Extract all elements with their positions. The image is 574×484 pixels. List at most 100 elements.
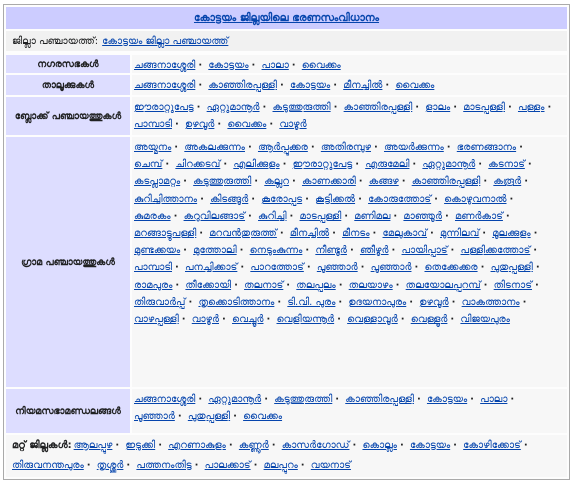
list-item-link[interactable]: കടുത്തുരുത്തി [274, 394, 332, 405]
list-item-link[interactable]: ഉഴവൂർ [185, 119, 214, 130]
list-item-link[interactable]: കോട്ടയം [208, 60, 248, 71]
list-item-link[interactable]: ഉഴവൂർ [419, 297, 448, 308]
list-item-link[interactable]: തെക്കേക്കര [424, 262, 477, 273]
list-item-link[interactable]: മലപ്പുറം [264, 460, 298, 471]
list-item-link[interactable]: പത്തനംതിട്ട [136, 460, 191, 471]
list-item-link[interactable]: ചിറക്കടവ് [175, 159, 220, 170]
list-item-link[interactable]: ഈരാറ്റുപേട്ട [134, 102, 194, 113]
list-item-link[interactable]: മീനടം [342, 228, 369, 239]
list-item-link[interactable]: കല്ലറ [264, 176, 289, 187]
list-item-link[interactable]: കിടങ്ങൂർ [210, 194, 248, 205]
list-item-link[interactable]: വാഴൂർ [279, 119, 306, 130]
list-item-link[interactable]: വെള്ളൂർ [411, 314, 448, 325]
list-item-link[interactable]: തലയോലപ്പറമ്പ് [406, 280, 481, 291]
list-item-link[interactable]: അയർക്കുന്നം [384, 142, 444, 153]
list-item-link[interactable]: വയനാട് [311, 460, 351, 471]
navbox-title-link[interactable]: കോട്ടയം ജില്ലയിലെ ഭരണസംവിധാനം [194, 12, 379, 25]
list-item-link[interactable]: വൈക്കം [302, 60, 341, 71]
list-item-link[interactable]: മീനച്ചിൽ [290, 228, 329, 239]
list-item-link[interactable]: പായിപ്പാട് [402, 245, 448, 256]
list-item-link[interactable]: കാഞ്ഞിരപ്പള്ളി [344, 102, 413, 113]
list-item-link[interactable]: കൊല്ലം [362, 440, 396, 451]
list-item-link[interactable]: നീണ്ടൂർ [315, 245, 347, 256]
list-item-link[interactable]: മാടപ്പള്ളി [463, 102, 505, 113]
list-item-link[interactable]: കാസർഗോഡ് [282, 440, 350, 451]
list-item-link[interactable]: രാമപുരം [134, 280, 172, 291]
list-item-link[interactable]: ഉദയനാപുരം [348, 297, 406, 308]
list-item-link[interactable]: തൃശ്ശൂർ [97, 460, 124, 471]
list-item-link[interactable]: തൃക്കൊടിത്താനം [198, 297, 274, 308]
list-item-link[interactable]: വിജയപുരം [460, 314, 509, 325]
list-item-link[interactable]: മണിമല [354, 211, 390, 222]
list-item-link[interactable]: മുണ്ടക്കയം [134, 245, 180, 256]
list-item-link[interactable]: ആർപ്പൂക്കര [258, 142, 308, 153]
list-item-link[interactable]: മീനച്ചിൽ [343, 80, 382, 91]
list-item-link[interactable]: മറവൻതുരുത്ത് [209, 228, 277, 239]
list-item-link[interactable]: കൂട്ടിക്കൽ [315, 194, 355, 205]
list-item-link[interactable]: കോരുത്തോട് [368, 194, 431, 205]
list-item-link[interactable]: ചങ്ങനാശ്ശേരി [134, 80, 195, 91]
list-item-link[interactable]: പാലാ [262, 60, 289, 71]
list-item-link[interactable]: പൂഞ്ഞാർ [134, 411, 175, 422]
list-item-link[interactable]: തിടനാട് [494, 280, 532, 291]
list-item-link[interactable]: കങ്ങഴ [369, 176, 399, 187]
list-item-link[interactable]: കാണക്കാരി [302, 176, 356, 187]
list-item-link[interactable]: വാഴപ്പള്ളി [134, 314, 179, 325]
list-item-link[interactable]: പൂഞ്ഞാർ [317, 262, 358, 273]
list-item-link[interactable]: അതിരമ്പുഴ [321, 142, 371, 153]
list-item-link[interactable]: പുതുപ്പള്ളി [491, 262, 533, 273]
list-item-link[interactable]: കാഞ്ഞിരപ്പള്ളി [208, 80, 277, 91]
list-item-link[interactable]: കോട്ടയം [290, 80, 330, 91]
list-item-link[interactable]: കണ്ണൂർ [239, 440, 269, 451]
list-item-link[interactable]: മേലുകാവ് [383, 228, 427, 239]
list-item-link[interactable]: മണർകാട് [455, 211, 503, 222]
list-item-link[interactable]: തലനാട് [244, 280, 283, 291]
list-item-link[interactable]: കരൂർ [493, 176, 521, 187]
list-item-link[interactable]: പള്ളം [518, 102, 545, 113]
list-item-link[interactable]: കാഞ്ഞിരപ്പള്ളി [412, 176, 481, 187]
list-item-link[interactable]: തിരുവനന്തപുരം [12, 460, 84, 471]
list-item-link[interactable]: ടി.വി. പുരം [287, 297, 335, 308]
list-item-link[interactable]: തീക്കോയി [185, 280, 231, 291]
list-item-link[interactable]: ഞീഴൂർ [360, 245, 389, 256]
list-item-link[interactable]: വെച്ചൂർ [232, 314, 263, 325]
list-item-link[interactable]: മുന്നിലവ് [440, 228, 479, 239]
list-item-link[interactable]: കറുവിലങ്ങാട് [184, 211, 245, 222]
list-item-link[interactable]: ചെമ്പ് [134, 159, 162, 170]
list-item-link[interactable]: കൊഴുവനാൽ [444, 194, 506, 205]
list-item-link[interactable]: ളാലം [425, 102, 450, 113]
list-item-link[interactable]: ഏറ്റുമാനൂർ [207, 102, 260, 113]
list-item-link[interactable]: പാമ്പാടി [134, 119, 172, 130]
list-item-link[interactable]: ഈരാറ്റുപേട്ട [293, 159, 353, 170]
list-item-link[interactable]: ആലപ്പുഴ [74, 440, 113, 451]
list-item-link[interactable]: വെളിയന്നൂർ [277, 314, 335, 325]
list-item-link[interactable]: മാടപ്പള്ളി [300, 211, 342, 222]
list-item-link[interactable]: പാലാ [480, 394, 507, 405]
list-item-link[interactable]: കടുത്തുരുത്തി [193, 176, 251, 187]
list-item-link[interactable]: വൈക്കം [243, 411, 282, 422]
list-item-link[interactable]: മുത്തോലി [193, 245, 236, 256]
list-item-link[interactable]: കടുത്തുരുത്തി [273, 102, 331, 113]
list-item-link[interactable]: തിരുവാർപ്പ് [134, 297, 185, 308]
list-item-link[interactable]: ചങ്ങനാശ്ശേരി [134, 60, 195, 71]
list-item-link[interactable]: കടനാട് [488, 159, 525, 170]
list-item-link[interactable]: പൂഞ്ഞാർ [371, 262, 412, 273]
list-item-link[interactable]: അയ്മനം [134, 142, 171, 153]
list-item-link[interactable]: മൂലക്കുളം [492, 228, 530, 239]
list-item-link[interactable]: വെള്ളാവൂർ [347, 314, 398, 325]
list-item-link[interactable]: വാകത്താനം [462, 297, 520, 308]
list-item-link[interactable]: തലയാഴം [349, 280, 393, 291]
list-item-link[interactable]: ചങ്ങനാശ്ശേരി [134, 394, 195, 405]
district-panchayat-link[interactable]: കോട്ടയം ജില്ലാ പഞ്ചായത്ത് [102, 36, 228, 47]
list-item-link[interactable]: വൈക്കം [395, 80, 434, 91]
list-item-link[interactable]: തലപ്പലം [296, 280, 335, 291]
list-item-link[interactable]: അകലക്കുന്നം [184, 142, 245, 153]
list-item-link[interactable]: എറണാകുളം [168, 440, 226, 451]
list-item-link[interactable]: പാമ്പാടി [134, 262, 172, 273]
list-item-link[interactable]: പനച്ചിക്കാട് [185, 262, 237, 273]
list-item-link[interactable]: കോഴിക്കോട് [463, 440, 521, 451]
list-item-link[interactable]: എരുമേലി [365, 159, 409, 170]
list-item-link[interactable]: കുറിച്ചിത്താനം [134, 194, 197, 205]
list-item-link[interactable]: കൂരോപ്പട [261, 194, 302, 205]
list-item-link[interactable]: കുറിച്ചി [258, 211, 287, 222]
